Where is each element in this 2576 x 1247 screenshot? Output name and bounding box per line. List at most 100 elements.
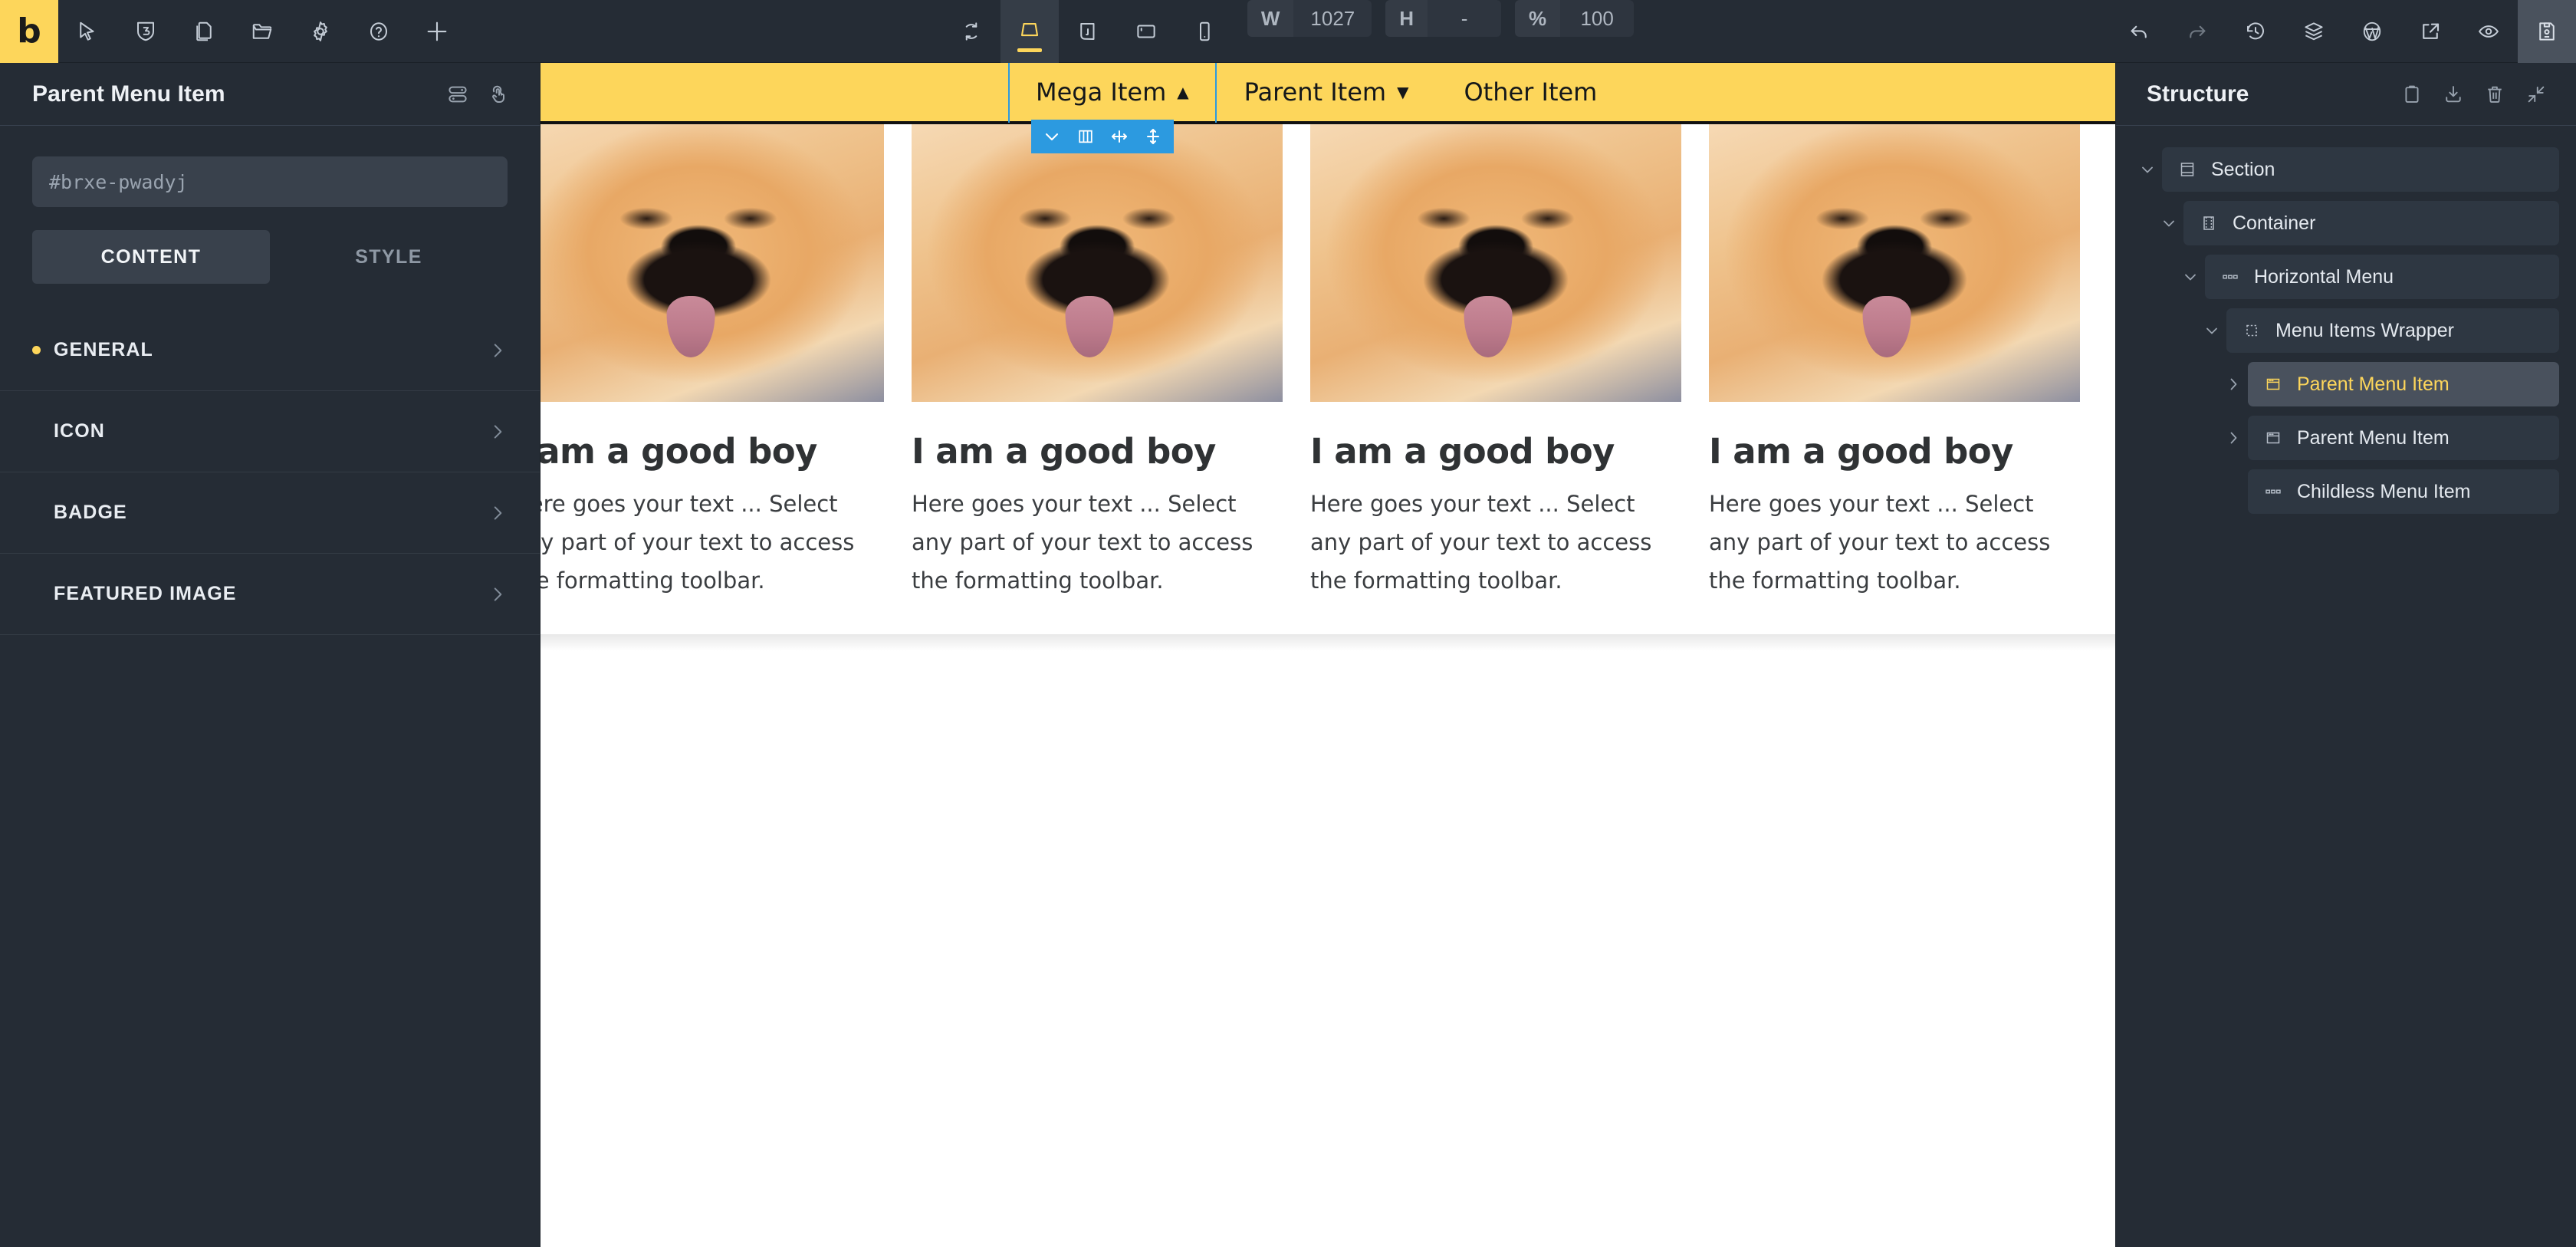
element-action-toolbar [1031,120,1174,153]
tree-item-label: Container [2233,212,2316,234]
tree-row[interactable]: Parent Menu Item [2133,362,2559,406]
tree-item-childless-menu-item[interactable]: Childless Menu Item [2248,469,2559,514]
external-link-icon[interactable] [2401,0,2459,63]
height-label: H [1385,0,1428,37]
card-title: I am a good boy [540,431,817,472]
tab-style[interactable]: STYLE [270,230,508,284]
columns-icon[interactable] [1073,123,1099,150]
refresh-icon[interactable] [942,0,1001,63]
element-settings-panel: Parent Menu Item CONTENT STYLE GENERAL [0,63,540,1247]
wrapper-icon [2240,321,2263,340]
chevron-down-icon[interactable] [2154,214,2183,232]
tree-item-section[interactable]: Section [2162,147,2559,192]
accordion-badge[interactable]: BADGE [0,472,540,554]
pages-icon[interactable] [175,0,233,63]
tree-item-horizontal-menu[interactable]: Horizontal Menu [2205,255,2559,299]
tree-row[interactable]: Childless Menu Item [2133,469,2559,514]
collapse-all-icon[interactable] [2525,84,2547,105]
window-icon [2262,429,2285,447]
content-style-tabs: CONTENT STYLE [32,230,508,284]
tree-row[interactable]: Menu Items Wrapper [2133,308,2559,353]
left-panel-header: Parent Menu Item [0,63,540,126]
plus-icon[interactable] [408,0,466,63]
width-value[interactable]: 1027 [1293,0,1372,37]
structure-panel: Structure Section Container Horizontal M… [2115,63,2576,1247]
bricks-shield-icon[interactable] [117,0,175,63]
undo-icon[interactable] [2110,0,2168,63]
tree-row[interactable]: Section [2133,147,2559,192]
redo-icon[interactable] [2168,0,2226,63]
gear-icon[interactable] [291,0,350,63]
width-label: W [1247,0,1294,37]
list-item[interactable]: I am a good boy Here goes your text ... … [912,124,1283,600]
import-download-icon[interactable] [2443,84,2464,105]
save-icon[interactable] [2518,0,2576,63]
preview-eye-icon[interactable] [2459,0,2518,63]
topbar-right-spacer [1634,0,2110,62]
card-title: I am a good boy [1709,431,2013,472]
list-item[interactable]: I am a good boy Here goes your text ... … [540,124,884,600]
tree-item-parent-menu-item-selected[interactable]: Parent Menu Item [2248,362,2559,406]
vertical-resize-icon[interactable] [1140,123,1166,150]
layers-icon[interactable] [2285,0,2343,63]
wordpress-icon[interactable] [2343,0,2401,63]
help-circle-icon[interactable] [350,0,408,63]
chevron-down-icon[interactable] [2197,321,2226,340]
menu-item-parent[interactable]: Parent Item ▼ [1217,63,1437,123]
structure-panel-actions [2401,84,2547,105]
window-icon [2262,375,2285,393]
settings-accordion-list: GENERAL ICON BADGE FEATURED IMAGE [0,310,540,635]
folder-icon[interactable] [233,0,291,63]
width-field[interactable]: W 1027 [1247,0,1372,37]
dropdown-shadow [540,633,2115,651]
card-text: Here goes your text ... Select any part … [1310,491,1652,594]
chevron-right-icon[interactable] [2219,375,2248,393]
tree-row[interactable]: Parent Menu Item [2133,416,2559,460]
height-field[interactable]: H - [1385,0,1502,37]
accordion-featured-image[interactable]: FEATURED IMAGE [0,554,540,635]
menu-icon [2262,482,2285,501]
mobile-icon[interactable] [1175,0,1234,63]
horizontal-resize-icon[interactable] [1106,123,1132,150]
chevron-down-icon[interactable] [1039,123,1065,150]
laptop-icon[interactable] [1059,0,1117,63]
bricks-logo[interactable]: b [0,0,58,63]
revisions-icon[interactable] [2226,0,2285,63]
accordion-general-label: GENERAL [54,339,153,360]
tree-row[interactable]: Horizontal Menu [2133,255,2559,299]
element-settings-icon[interactable] [446,83,469,106]
card-text: Here goes your text ... Select any part … [540,491,855,594]
chevron-right-icon[interactable] [2219,429,2248,447]
menu-item-mega[interactable]: Mega Item ▲ [1008,63,1217,123]
chevron-down-icon[interactable] [2176,268,2205,286]
chow-chow-dog-photo [912,124,1283,402]
height-value[interactable]: - [1428,0,1502,37]
list-item[interactable]: I am a good boy Here goes your text ... … [1709,124,2080,600]
card-image [1709,124,2080,402]
zoom-field[interactable]: % 100 [1515,0,1635,37]
tree-row[interactable]: Container [2133,201,2559,245]
tree-item-container[interactable]: Container [2183,201,2559,245]
tree-item-parent-menu-item-2[interactable]: Parent Menu Item [2248,416,2559,460]
element-id-input[interactable] [32,156,508,207]
container-icon [2197,214,2220,232]
accordion-general[interactable]: GENERAL [0,310,540,391]
list-item[interactable]: I am a good boy Here goes your text ... … [1310,124,1681,600]
builder-canvas[interactable]: Mega Item ▲ Parent Item ▼ Other Item I a… [540,63,2115,1247]
desktop-icon[interactable] [1000,0,1059,63]
clipboard-paste-icon[interactable] [2401,84,2423,105]
interactions-icon[interactable] [486,83,509,106]
chevron-down-icon[interactable] [2133,160,2162,179]
tab-content[interactable]: CONTENT [32,230,270,284]
tablet-icon[interactable] [1117,0,1175,63]
zoom-value[interactable]: 100 [1560,0,1635,37]
accordion-icon-label: ICON [54,420,105,442]
menu-item-other[interactable]: Other Item [1436,63,1625,123]
accordion-icon[interactable]: ICON [0,391,540,472]
cursor-select-icon[interactable] [58,0,117,63]
trash-icon[interactable] [2484,84,2505,105]
tree-item-menu-items-wrapper[interactable]: Menu Items Wrapper [2226,308,2559,353]
zoom-label: % [1515,0,1561,37]
chevron-right-icon [488,422,508,442]
structure-panel-header: Structure [2116,63,2576,126]
